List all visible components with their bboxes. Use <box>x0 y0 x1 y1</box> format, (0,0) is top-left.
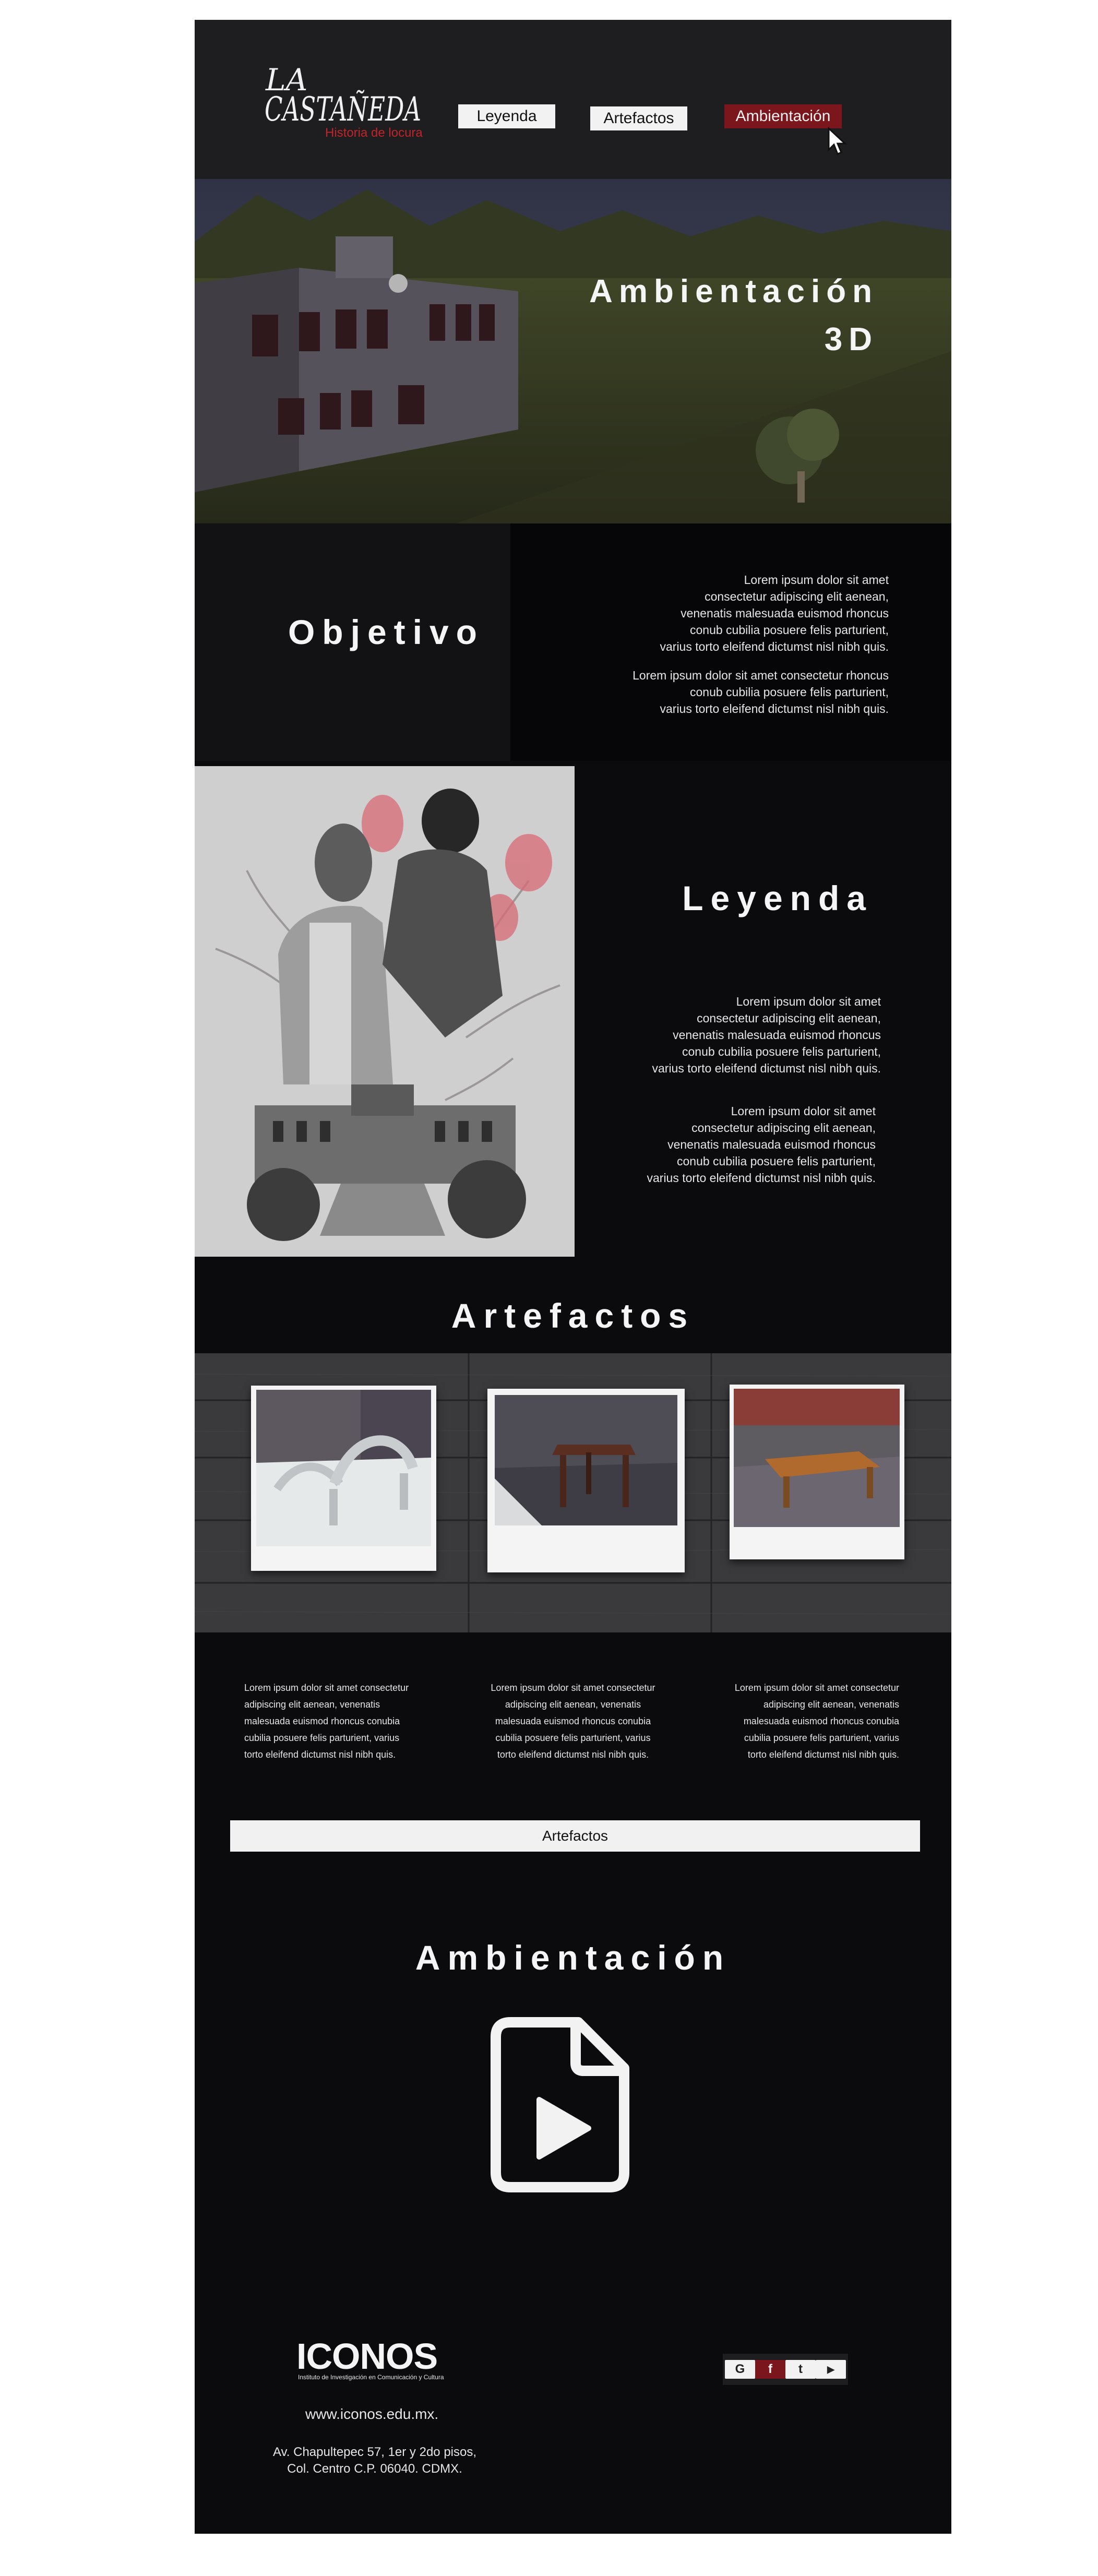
hero-title: Ambientación 3D <box>589 268 878 364</box>
text-line: adipiscing elit aenean, venenatis <box>763 1699 899 1710</box>
iconos-logo[interactable]: ICONOS <box>296 2335 438 2377</box>
text-line: cubilia posuere felis parturient, varius <box>244 1733 400 1743</box>
text-line: adipiscing elit aenean, venenatis <box>244 1699 380 1710</box>
text-line: conub cubilia posuere felis parturient, <box>689 685 889 699</box>
mouse-cursor-icon <box>828 127 847 155</box>
ambientacion-title: Ambientación <box>415 1938 731 1977</box>
text-line: conub cubilia posuere felis parturient, <box>689 623 889 637</box>
logo-subtitle: Historia de locura <box>325 126 423 140</box>
text-line: malesuada euismod rhoncus conubia <box>495 1716 651 1726</box>
youtube-icon[interactable]: ▶ <box>816 2360 846 2379</box>
nav-artefactos[interactable]: Artefactos <box>590 106 687 130</box>
text-line: Lorem ipsum dolor sit amet <box>744 573 889 587</box>
artefacto-photo-3[interactable] <box>730 1385 904 1559</box>
table-image <box>495 1395 677 1525</box>
text-line: adipiscing elit aenean, venenatis <box>505 1699 641 1710</box>
text-line: Lorem ipsum dolor sit amet consectetur <box>734 1683 899 1693</box>
text-line: consectetur adipiscing elit aenean, <box>697 1011 881 1025</box>
text-line: varius torto eleifend dictumst nisl nibh… <box>652 1062 881 1075</box>
iconos-logo-subtitle: Instituto de Investigación en Comunicaci… <box>298 2374 444 2381</box>
address-line: Av. Chapultepec 57, 1er y 2do pisos, <box>272 2445 477 2459</box>
objetivo-title-panel: Objetivo <box>195 523 510 761</box>
nav-ambientacion[interactable]: Ambientación <box>724 104 842 128</box>
text-line: venenatis malesuada euismod rhoncus <box>667 1138 876 1151</box>
text-line: conub cubilia posuere felis parturient, <box>676 1154 876 1168</box>
text-line: consectetur adipiscing elit aenean, <box>705 590 889 603</box>
text-line: venenatis malesuada euismod rhoncus <box>673 1028 881 1042</box>
hero-title-line1: Ambientación <box>589 273 878 309</box>
leyenda-paragraph-2: Lorem ipsum dolor sit amet consectetur a… <box>647 1103 876 1186</box>
text-line: torto eleifend dictumst nisl nibh quis. <box>747 1749 899 1760</box>
artefacto-description-3: Lorem ipsum dolor sit amet consectetur a… <box>717 1679 899 1763</box>
facebook-icon[interactable]: f <box>755 2360 785 2379</box>
objetivo-text-panel: Lorem ipsum dolor sit amet consectetur a… <box>510 523 951 761</box>
text-line: Lorem ipsum dolor sit amet <box>736 995 881 1008</box>
artefactos-title: Artefactos <box>451 1296 695 1335</box>
site-header: LA CASTAÑEDA Historia de locura Leyenda … <box>195 20 951 179</box>
site-footer: ICONOS Instituto de Investigación en Com… <box>195 2303 951 2534</box>
leyenda-illustration <box>195 766 575 1257</box>
hero-title-line2: 3D <box>824 321 878 357</box>
site-logo[interactable]: LA CASTAÑEDA Historia de locura <box>262 59 429 153</box>
artefacto-description-1: Lorem ipsum dolor sit amet consectetur a… <box>244 1679 427 1763</box>
website-link[interactable]: www.iconos.edu.mx. <box>305 2406 438 2423</box>
text-line: cubilia posuere felis parturient, varius <box>495 1733 651 1743</box>
text-line: malesuada euismod rhoncus conubia <box>743 1716 899 1726</box>
bench-image <box>256 1390 431 1546</box>
artefacto-photo-1[interactable] <box>251 1386 436 1571</box>
page: LA CASTAÑEDA Historia de locura Leyenda … <box>195 20 951 2534</box>
objetivo-title: Objetivo <box>288 613 484 651</box>
text-line: Lorem ipsum dolor sit amet consectetur <box>244 1683 409 1693</box>
text-line: varius torto eleifend dictumst nisl nibh… <box>647 1171 876 1185</box>
text-line: torto eleifend dictumst nisl nibh quis. <box>244 1749 396 1760</box>
text-line: venenatis malesuada euismod rhoncus <box>681 606 889 620</box>
text-line: Lorem ipsum dolor sit amet consectetur r… <box>632 669 889 682</box>
artefactos-button[interactable]: Artefactos <box>230 1820 920 1852</box>
artefacto-photo-2[interactable] <box>487 1389 685 1572</box>
social-links: G f t ▶ <box>723 2354 848 2385</box>
video-file-icon[interactable] <box>490 2016 630 2193</box>
address: Av. Chapultepec 57, 1er y 2do pisos, Col… <box>257 2444 492 2477</box>
artefactos-gallery <box>195 1353 951 1632</box>
leyenda-section: Leyenda Lorem ipsum dolor sit amet conse… <box>195 761 951 1262</box>
text-line: Lorem ipsum dolor sit amet <box>731 1104 876 1118</box>
leyenda-paragraph-1: Lorem ipsum dolor sit amet consectetur a… <box>652 993 881 1077</box>
text-line: consectetur adipiscing elit aenean, <box>691 1121 876 1135</box>
google-icon[interactable]: G <box>725 2360 755 2379</box>
text-line: cubilia posuere felis parturient, varius <box>744 1733 899 1743</box>
artefacto-description-2: Lorem ipsum dolor sit amet consectetur a… <box>482 1679 664 1763</box>
address-line: Col. Centro C.P. 06040. CDMX. <box>287 2462 462 2476</box>
objetivo-paragraph-2: Lorem ipsum dolor sit amet consectetur r… <box>632 667 889 717</box>
leyenda-title: Leyenda <box>682 879 873 917</box>
hero-banner: Ambientación 3D <box>195 179 951 523</box>
wooden-table-image <box>734 1389 900 1527</box>
text-line: Lorem ipsum dolor sit amet consectetur <box>491 1683 655 1693</box>
logo-title-line2: CASTAÑEDA <box>265 90 421 129</box>
objetivo-paragraph-1: Lorem ipsum dolor sit amet consectetur a… <box>660 571 889 655</box>
nav-leyenda[interactable]: Leyenda <box>458 104 555 128</box>
twitter-icon[interactable]: t <box>785 2360 816 2379</box>
text-line: varius torto eleifend dictumst nisl nibh… <box>660 702 889 715</box>
text-line: varius torto eleifend dictumst nisl nibh… <box>660 640 889 653</box>
text-line: conub cubilia posuere felis parturient, <box>682 1045 881 1058</box>
text-line: torto eleifend dictumst nisl nibh quis. <box>497 1749 649 1760</box>
text-line: malesuada euismod rhoncus conubia <box>244 1716 400 1726</box>
